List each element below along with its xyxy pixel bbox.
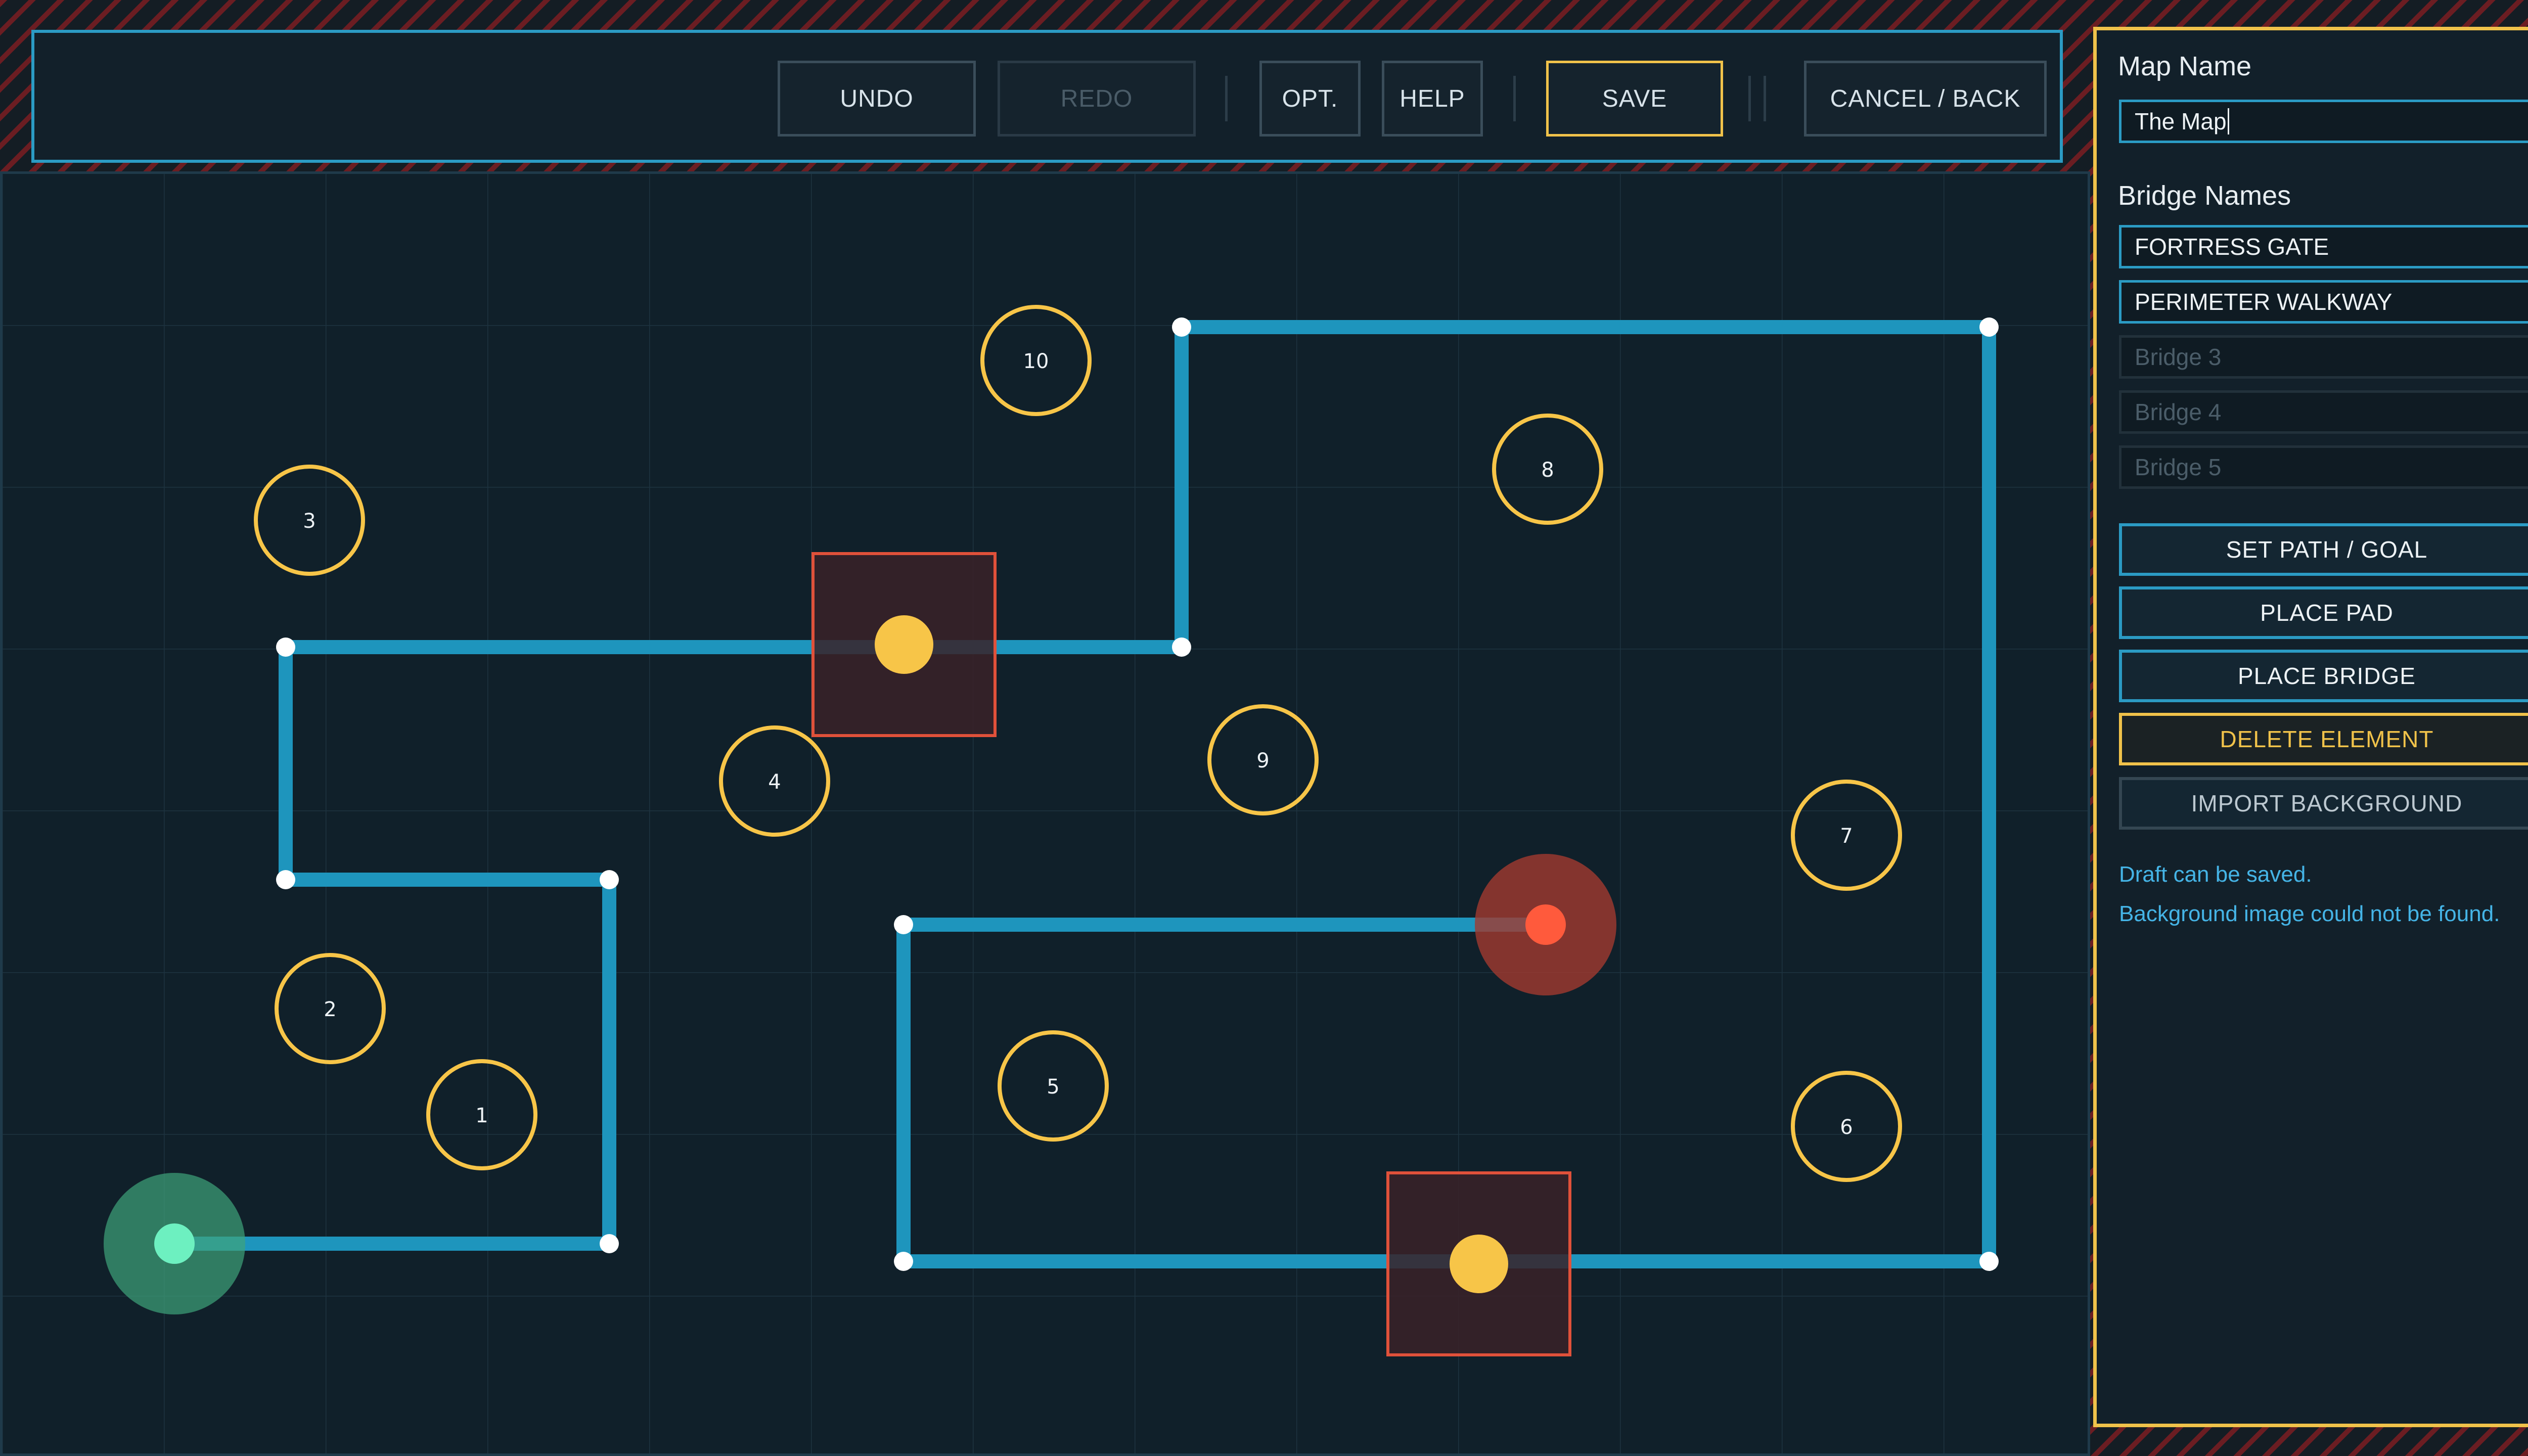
bridge-name-input-1[interactable]: FORTRESS GATE: [2119, 225, 2528, 268]
pad-label: 5: [1047, 1075, 1059, 1099]
path-node: [276, 870, 295, 889]
pad-label: 7: [1840, 825, 1853, 848]
undo-button[interactable]: UNDO: [778, 61, 976, 136]
path-node: [894, 1252, 913, 1271]
toolbar: UNDO REDO OPT. HELP SAVE CANCEL / BACK: [31, 30, 2063, 163]
path-node: [894, 915, 913, 934]
map-name-label: Map Name: [2118, 51, 2252, 81]
bridge-name-placeholder: Bridge 5: [2135, 454, 2222, 480]
cancel-back-button[interactable]: CANCEL / BACK: [1804, 61, 2047, 136]
place-pad-button[interactable]: PLACE PAD: [2119, 586, 2528, 639]
place-bridge-button[interactable]: PLACE BRIDGE: [2119, 650, 2528, 702]
bridge-name-value: PERIMETER WALKWAY: [2135, 289, 2392, 315]
pad-label: 3: [303, 510, 315, 533]
redo-button[interactable]: REDO: [998, 61, 1196, 136]
save-button[interactable]: SAVE: [1546, 61, 1723, 136]
toolbar-divider: [1764, 76, 1766, 121]
bridge-name-placeholder: Bridge 4: [2135, 399, 2222, 425]
bridge-marker: [875, 615, 933, 674]
path-node: [276, 638, 295, 657]
path-node: [1172, 638, 1191, 657]
pad-label: 2: [324, 998, 336, 1021]
status-message: Draft can be saved.: [2119, 862, 2312, 887]
path-node: [600, 870, 619, 889]
bridge-name-input-4[interactable]: Bridge 4: [2119, 390, 2528, 434]
toolbar-divider: [1748, 76, 1751, 121]
bridge-marker: [1450, 1235, 1508, 1293]
start-marker: [154, 1223, 195, 1264]
pad-label: 8: [1541, 459, 1554, 482]
editor-panel: Map Name The Map Bridge Names FORTRESS G…: [2093, 27, 2528, 1427]
map-name-value: The Map: [2135, 108, 2227, 134]
bridge-name-input-2[interactable]: PERIMETER WALKWAY: [2119, 280, 2528, 324]
bridge-name-placeholder: Bridge 3: [2135, 344, 2222, 370]
pad-label: 6: [1840, 1116, 1853, 1139]
map-name-input[interactable]: The Map: [2119, 100, 2528, 143]
path-node: [1979, 1252, 1999, 1271]
help-button[interactable]: HELP: [1382, 61, 1483, 136]
toolbar-divider: [1513, 76, 1516, 121]
text-caret: [2227, 108, 2229, 134]
delete-element-button[interactable]: DELETE ELEMENT: [2119, 713, 2528, 765]
path-node: [1172, 317, 1191, 337]
path-node: [600, 1234, 619, 1253]
pad-label: 4: [768, 770, 781, 794]
pad-label: 9: [1256, 749, 1269, 772]
goal-marker: [1525, 904, 1566, 945]
toolbar-divider: [1225, 76, 1228, 121]
set-path-goal-button[interactable]: SET PATH / GOAL: [2119, 523, 2528, 576]
path-node: [1979, 317, 1999, 337]
bridge-names-label: Bridge Names: [2118, 180, 2291, 211]
status-message: Background image could not be found.: [2119, 901, 2500, 926]
map-svg: 1 2 3 4 5 6 7 8 9 10: [3, 174, 2088, 1453]
options-button[interactable]: OPT.: [1259, 61, 1361, 136]
bridge-name-input-5[interactable]: Bridge 5: [2119, 445, 2528, 489]
import-background-button[interactable]: IMPORT BACKGROUND: [2119, 777, 2528, 830]
bridge-name-input-3[interactable]: Bridge 3: [2119, 335, 2528, 379]
pad-label: 10: [1023, 350, 1049, 373]
pad-label: 1: [475, 1104, 488, 1127]
bridge-name-value: FORTRESS GATE: [2135, 234, 2329, 260]
map-canvas[interactable]: 1 2 3 4 5 6 7 8 9 10: [0, 171, 2090, 1456]
